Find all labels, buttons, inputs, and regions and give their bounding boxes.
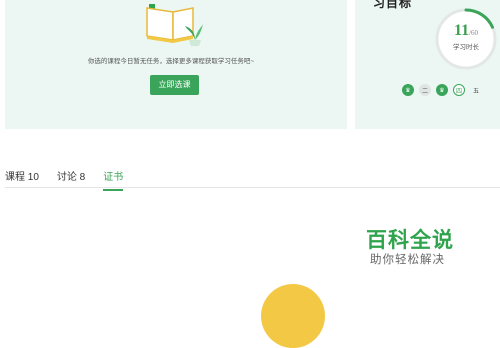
tab-courses[interactable]: 课程 10 xyxy=(5,168,39,187)
day-1-crown-icon: ♛ xyxy=(402,84,414,96)
select-course-button[interactable]: 立即选课 xyxy=(150,75,199,95)
tab-certificates[interactable]: 证书 xyxy=(103,168,124,191)
watermark-subtitle: 助你轻松解决 xyxy=(370,254,445,266)
day-3-crown-icon: ♛ xyxy=(436,84,448,96)
day-4-today: 四 xyxy=(453,84,465,96)
minutes-done: 11 xyxy=(453,22,470,39)
watermark-title: 百科全说 xyxy=(366,229,454,252)
tab-discussions[interactable]: 讨论 8 xyxy=(57,168,85,187)
week-checkin-row: ♛ 二 ♛ 四 五 xyxy=(402,84,482,97)
content-tabs: 课程 10 讨论 8 证书 xyxy=(5,168,141,191)
day-5: 五 xyxy=(472,88,479,95)
empty-tasks-message: 你选的课程今日暂无任务，选择更多课程获取学习任务吧~ xyxy=(87,58,255,65)
study-goal-title: 习目标 xyxy=(373,0,413,10)
open-book-illustration xyxy=(146,4,203,46)
minutes-target: /60 xyxy=(469,29,479,37)
tabs-divider xyxy=(5,187,500,188)
certificate-placeholder-circle xyxy=(261,284,325,348)
day-2: 二 xyxy=(419,84,431,96)
study-duration-label: 学习时长 xyxy=(453,44,479,51)
study-minutes-value: 11/60 xyxy=(433,22,499,40)
